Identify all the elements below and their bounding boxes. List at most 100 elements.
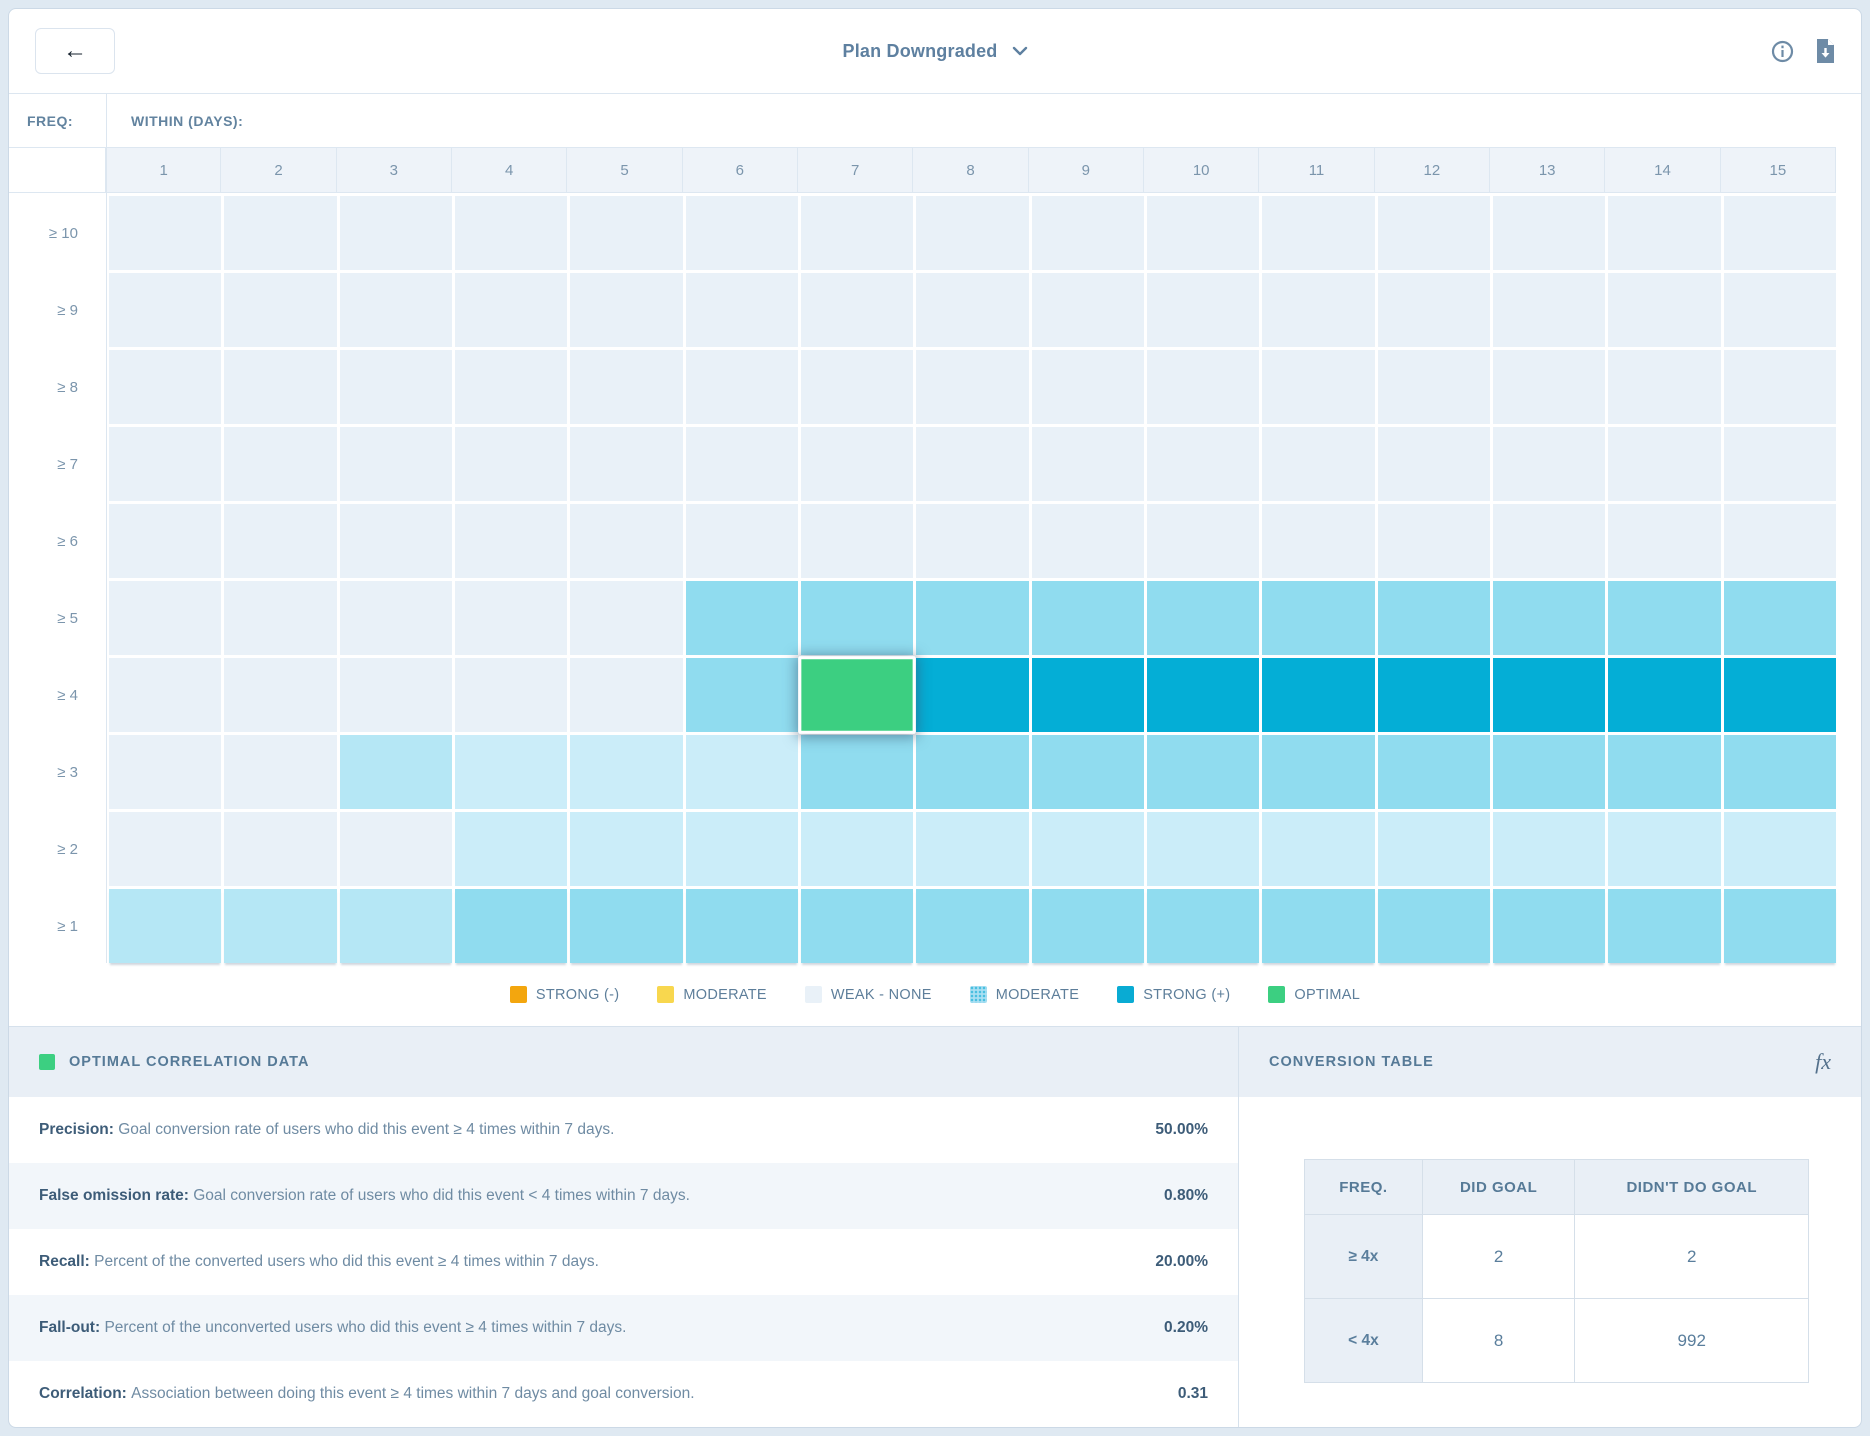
heatmap-cell-f4-d4[interactable] [455,658,567,732]
heatmap-cell-f8-d10[interactable] [1147,350,1259,424]
heatmap-cell-f5-d15[interactable] [1724,581,1836,655]
heatmap-cell-f7-d12[interactable] [1378,427,1490,501]
heatmap-cell-f6-d2[interactable] [224,504,336,578]
heatmap-cell-f6-d12[interactable] [1378,504,1490,578]
heatmap-cell-f4-d12[interactable] [1378,658,1490,732]
heatmap-cell-f5-d8[interactable] [916,581,1028,655]
heatmap-cell-f6-d8[interactable] [916,504,1028,578]
heatmap-cell-f9-d11[interactable] [1262,273,1374,347]
heatmap-cell-f7-d13[interactable] [1493,427,1605,501]
heatmap-cell-f2-d15[interactable] [1724,812,1836,886]
heatmap-cell-f9-d8[interactable] [916,273,1028,347]
heatmap-cell-f3-d14[interactable] [1608,735,1720,809]
heatmap-cell-f4-d3[interactable] [340,658,452,732]
heatmap-cell-f4-d1[interactable] [109,658,221,732]
heatmap-cell-f3-d1[interactable] [109,735,221,809]
heatmap-cell-f5-d3[interactable] [340,581,452,655]
heatmap-cell-f1-d3[interactable] [340,889,452,963]
heatmap-cell-f10-d8[interactable] [916,196,1028,270]
heatmap-cell-f10-d12[interactable] [1378,196,1490,270]
heatmap-cell-f4-d10[interactable] [1147,658,1259,732]
heatmap-cell-f7-d9[interactable] [1032,427,1144,501]
heatmap-cell-f8-d5[interactable] [570,350,682,424]
heatmap-cell-f2-d4[interactable] [455,812,567,886]
heatmap-cell-f5-d13[interactable] [1493,581,1605,655]
heatmap-cell-f8-d7[interactable] [801,350,913,424]
heatmap-cell-f1-d14[interactable] [1608,889,1720,963]
heatmap-cell-f9-d13[interactable] [1493,273,1605,347]
heatmap-cell-f7-d8[interactable] [916,427,1028,501]
heatmap-cell-f5-d14[interactable] [1608,581,1720,655]
heatmap-cell-f6-d14[interactable] [1608,504,1720,578]
heatmap-cell-f10-d5[interactable] [570,196,682,270]
heatmap-cell-f10-d13[interactable] [1493,196,1605,270]
heatmap-cell-f5-d9[interactable] [1032,581,1144,655]
heatmap-cell-f9-d1[interactable] [109,273,221,347]
heatmap-cell-f10-d14[interactable] [1608,196,1720,270]
heatmap-cell-f5-d7[interactable] [801,581,913,655]
heatmap-cell-f5-d1[interactable] [109,581,221,655]
heatmap-cell-f9-d14[interactable] [1608,273,1720,347]
heatmap-cell-f8-d11[interactable] [1262,350,1374,424]
heatmap-cell-f4-d2[interactable] [224,658,336,732]
heatmap-cell-f1-d5[interactable] [570,889,682,963]
heatmap-cell-f6-d7[interactable] [801,504,913,578]
heatmap-cell-f2-d8[interactable] [916,812,1028,886]
heatmap-cell-f5-d12[interactable] [1378,581,1490,655]
heatmap-cell-f9-d5[interactable] [570,273,682,347]
heatmap-cell-f4-d7[interactable] [798,656,916,734]
heatmap-cell-f3-d10[interactable] [1147,735,1259,809]
heatmap-cell-f3-d15[interactable] [1724,735,1836,809]
heatmap-cell-f9-d2[interactable] [224,273,336,347]
heatmap-cell-f1-d6[interactable] [686,889,798,963]
heatmap-cell-f3-d8[interactable] [916,735,1028,809]
heatmap-cell-f3-d9[interactable] [1032,735,1144,809]
heatmap-cell-f5-d5[interactable] [570,581,682,655]
heatmap-cell-f1-d13[interactable] [1493,889,1605,963]
heatmap-cell-f7-d6[interactable] [686,427,798,501]
heatmap-cell-f6-d1[interactable] [109,504,221,578]
heatmap-cell-f8-d1[interactable] [109,350,221,424]
heatmap-cell-f1-d7[interactable] [801,889,913,963]
heatmap-cell-f8-d15[interactable] [1724,350,1836,424]
heatmap-cell-f8-d4[interactable] [455,350,567,424]
heatmap-cell-f6-d4[interactable] [455,504,567,578]
heatmap-cell-f6-d5[interactable] [570,504,682,578]
heatmap-cell-f6-d13[interactable] [1493,504,1605,578]
heatmap-cell-f6-d9[interactable] [1032,504,1144,578]
heatmap-cell-f8-d2[interactable] [224,350,336,424]
heatmap-cell-f4-d9[interactable] [1032,658,1144,732]
heatmap-cell-f10-d2[interactable] [224,196,336,270]
heatmap-cell-f10-d7[interactable] [801,196,913,270]
heatmap-cell-f2-d14[interactable] [1608,812,1720,886]
heatmap-cell-f3-d7[interactable] [801,735,913,809]
heatmap-cell-f7-d5[interactable] [570,427,682,501]
heatmap-cell-f7-d2[interactable] [224,427,336,501]
heatmap-cell-f3-d12[interactable] [1378,735,1490,809]
heatmap-cell-f8-d6[interactable] [686,350,798,424]
heatmap-cell-f1-d8[interactable] [916,889,1028,963]
heatmap-cell-f2-d12[interactable] [1378,812,1490,886]
heatmap-cell-f7-d1[interactable] [109,427,221,501]
heatmap-cell-f2-d1[interactable] [109,812,221,886]
heatmap-cell-f8-d12[interactable] [1378,350,1490,424]
heatmap-cell-f9-d7[interactable] [801,273,913,347]
heatmap-cell-f9-d4[interactable] [455,273,567,347]
heatmap-cell-f1-d1[interactable] [109,889,221,963]
heatmap-cell-f3-d13[interactable] [1493,735,1605,809]
heatmap-cell-f4-d5[interactable] [570,658,682,732]
heatmap-cell-f5-d2[interactable] [224,581,336,655]
heatmap-cell-f10-d11[interactable] [1262,196,1374,270]
heatmap-cell-f1-d15[interactable] [1724,889,1836,963]
heatmap-cell-f9-d9[interactable] [1032,273,1144,347]
heatmap-cell-f3-d3[interactable] [340,735,452,809]
heatmap-cell-f4-d13[interactable] [1493,658,1605,732]
heatmap-cell-f1-d9[interactable] [1032,889,1144,963]
heatmap-cell-f2-d5[interactable] [570,812,682,886]
heatmap-cell-f3-d2[interactable] [224,735,336,809]
heatmap-cell-f7-d7[interactable] [801,427,913,501]
heatmap-cell-f6-d6[interactable] [686,504,798,578]
heatmap-cell-f10-d4[interactable] [455,196,567,270]
heatmap-cell-f9-d6[interactable] [686,273,798,347]
download-icon[interactable] [1816,39,1835,63]
